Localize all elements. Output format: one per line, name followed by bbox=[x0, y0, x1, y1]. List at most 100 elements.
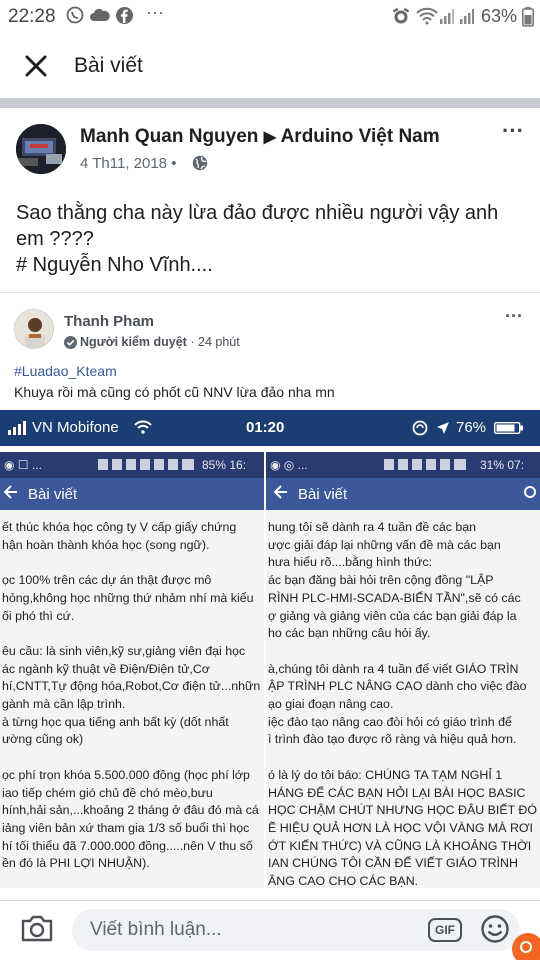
right-nav-title: Bài viết bbox=[298, 486, 348, 503]
screen-text-line: ÂNG CAO CHO CÁC BẠN. bbox=[268, 874, 419, 888]
page-title: Bài viết bbox=[74, 54, 143, 77]
screen-text-line: ược giải đáp lại những vấn đề mà các bạn bbox=[268, 537, 501, 552]
screen-text-line: ọc phí trọn khóa 5.500.000 đồng (học phí… bbox=[2, 767, 250, 782]
left-phone-status: ◉ ☐ ... 85% 16: bbox=[0, 452, 264, 478]
screen-text-line: HỌC CHẬM CHÚT NHƯNG HỌC ĐÂU BIẾT ĐÓ bbox=[268, 803, 537, 818]
shared-meta: Người kiểm duyệt · 24 phút bbox=[80, 335, 240, 349]
screen-text-line: hính,hải sản,...khoảng 2 tháng ở đâu đó … bbox=[2, 803, 259, 818]
meta-separator: • bbox=[171, 155, 177, 172]
right-nav-bar: Bài viết bbox=[266, 478, 540, 510]
avatar[interactable] bbox=[16, 124, 66, 174]
screen-text-line: hỏng,không học những thứ nhảm nhí mà kiể… bbox=[2, 590, 254, 605]
screen-text-line: ạo giai đoạn nâng cao. bbox=[268, 697, 394, 711]
status-bar: 22:28 ··· 63% bbox=[0, 0, 540, 34]
embedded-time: 01:20 bbox=[246, 419, 285, 436]
embedded-battery-percent: 76% bbox=[456, 419, 487, 436]
status-time: 22:28 bbox=[8, 6, 56, 27]
battery-percent: 63% bbox=[481, 6, 518, 26]
shared-text: Khuya rồi mà cũng có phốt cũ NNV lừa đảo… bbox=[14, 384, 335, 400]
screen-text-line: ác ngành kỹ thuật về Điện/Điện tử,Cơ bbox=[2, 661, 210, 676]
post-text: Sao thằng cha này lừa đảo được nhiều ngư… bbox=[16, 200, 498, 278]
screen-text-line: hí,CNTT,Tự động hóa,Robot,Cơ điện tử...n… bbox=[2, 679, 261, 694]
screen-text-line: IAN CHÚNG TÔI CẦN ĐỂ VIẾT GIÁO TRÌNH bbox=[268, 856, 518, 871]
embedded-phone-status-bar: VN Mobifone 01:20 76% bbox=[0, 410, 540, 446]
screen-text-line: ì trình đào tạo được rõ ràng và hiệu quả… bbox=[268, 732, 517, 747]
left-nav-title: Bài viết bbox=[28, 486, 78, 503]
screen-text-line: iệc đào tạo nâng cao đòi hỏi có giáo trì… bbox=[268, 714, 512, 729]
screen-text-line: ho các bạn những câu hỏi ấy. bbox=[268, 626, 431, 641]
screen-text-line: iao tiếp chém gió chủ đề chó mèo,bưu bbox=[2, 785, 213, 800]
camera-icon[interactable] bbox=[20, 913, 54, 943]
screen-text-line: ền đó là PHI LỢI NHUẬN). bbox=[2, 856, 150, 871]
gif-button[interactable]: GIF bbox=[428, 918, 462, 942]
screen-text-line: à từng học qua tiếng anh bất kỳ (dốt nhấ… bbox=[2, 714, 229, 729]
shared-more-icon: ··· bbox=[505, 306, 523, 326]
alarm-icon bbox=[392, 7, 410, 25]
wifi-icon bbox=[416, 7, 438, 25]
right-status-icons bbox=[384, 459, 478, 471]
shared-avatar bbox=[14, 309, 54, 349]
left-screen-text: ết thúc khóa học công ty V cấp giấy chứn… bbox=[0, 516, 264, 888]
screen-text-line: ết thúc khóa học công ty V cấp giấy chứn… bbox=[2, 520, 237, 534]
arrow-right-icon: ▶ bbox=[263, 129, 276, 146]
close-icon[interactable] bbox=[24, 54, 48, 78]
screen-text-line: hưa hiểu rõ....bằng hình thức: bbox=[268, 555, 433, 570]
embedded-right-screen: ◉ ◎ ... 31% 07: Bài viết hung tôi sẽ dàn… bbox=[266, 452, 540, 888]
cloud-icon bbox=[90, 8, 110, 22]
left-status-left: ◉ ☐ ... bbox=[4, 458, 42, 472]
moderator-badge: Người kiểm duyệt bbox=[80, 335, 187, 349]
screen-text-line: à,chúng tôi dành ra 4 tuần để viết GIÁO … bbox=[268, 661, 519, 676]
signal-icon-1 bbox=[440, 8, 454, 24]
screen-text-line: êu cầu: là sinh viên,kỹ sư,giảng viên đạ… bbox=[2, 643, 246, 658]
screen-text-line: hận hoàn thành khóa học (song ngữ). bbox=[2, 537, 210, 552]
screen-text-line: ường cũng ok) bbox=[2, 732, 84, 747]
screen-text-line: Ẽ HIỆU QUẢ HƠN LÀ HỌC VỘI VÀNG MÀ RƠI bbox=[268, 820, 533, 835]
screen-text-line: HÁNG ĐỂ CÁC BẠN HỎI LẠI BÀI HỌC BASIC bbox=[268, 785, 526, 800]
post-group[interactable]: Arduino Việt Nam bbox=[281, 126, 440, 147]
screen-text-line: ỚT KIẾN THỨC) VÀ CŨNG LÀ KHOẢNG THỜI bbox=[268, 838, 532, 853]
right-status-right: 31% 07: bbox=[480, 458, 525, 472]
post-header: Manh Quan Nguyen ▶ Arduino Việt Nam bbox=[80, 126, 440, 148]
right-search-icon bbox=[522, 486, 536, 500]
post-text-line: # Nguyễn Nho Vĩnh.... bbox=[16, 254, 213, 276]
left-nav-bar: Bài viết bbox=[0, 478, 264, 510]
shared-author: Thanh Pham bbox=[64, 313, 155, 330]
left-status-icons bbox=[98, 459, 198, 471]
emoji-icon[interactable] bbox=[480, 914, 510, 944]
screen-text-line: ác bạn đăng bài hỏi trên cộng đồng "LẬP bbox=[268, 573, 494, 588]
battery-icon bbox=[522, 7, 534, 27]
screen-text-line: hí tối thiểu đã 7.000.000 đồng.....nên V… bbox=[2, 838, 253, 853]
post-text-line: em ???? bbox=[16, 228, 94, 250]
right-back-arrow-icon bbox=[274, 484, 288, 500]
screen-text-line: ối phó thì cứ. bbox=[2, 608, 75, 623]
embedded-wifi-icon bbox=[134, 420, 152, 434]
screen-text-line: hung tôi sẽ dành ra 4 tuần đề các bạn bbox=[268, 520, 477, 534]
facebook-icon bbox=[116, 7, 133, 24]
screen-text-line: ó là lý do tôi báo: CHÚNG TA TẠM NGHỈ 1 bbox=[268, 767, 503, 782]
embedded-lock-icon bbox=[412, 420, 428, 436]
screen-text-line: ẬP TRÌNH PLC NÂNG CAO dành cho việc đào bbox=[268, 679, 527, 694]
right-phone-status: ◉ ◎ ... 31% 07: bbox=[266, 452, 540, 478]
signal-icon-2 bbox=[460, 8, 474, 24]
screen-text-line: RÌNH PLC-HMI-SCADA-BIẾN TẦN",sẽ có các bbox=[268, 590, 521, 605]
shield-check-icon bbox=[64, 336, 77, 349]
status-more: ··· bbox=[146, 2, 164, 22]
post-more-button[interactable]: ··· bbox=[502, 118, 524, 144]
embedded-battery-icon bbox=[494, 422, 524, 434]
right-status-left: ◉ ◎ ... bbox=[270, 458, 308, 472]
post-text-line: Sao thằng cha này lừa đảo được nhiều ngư… bbox=[16, 202, 499, 224]
shared-hashtag: #Luadao_Kteam bbox=[14, 363, 117, 379]
floating-action-icon[interactable] bbox=[510, 929, 540, 960]
post-author[interactable]: Manh Quan Nguyen bbox=[80, 126, 258, 147]
screen-text-line: iảng viên bản xứ tham gia 1/3 số buổi th… bbox=[2, 820, 250, 835]
left-status-right: 85% 16: bbox=[202, 458, 247, 472]
screen-text-line: ọc 100% trên các dự án thật được mô bbox=[2, 573, 212, 588]
screen-text-line: gành mà cần lập trình. bbox=[2, 697, 126, 711]
post-date[interactable]: 4 Th11, 2018 bbox=[80, 155, 167, 172]
shared-time: 24 phút bbox=[198, 335, 240, 349]
shared-separator: · bbox=[190, 335, 195, 349]
embedded-carrier: VN Mobifone bbox=[32, 419, 119, 436]
comment-input[interactable]: Viết bình luận... GIF bbox=[72, 909, 520, 951]
top-bar: Bài viết bbox=[0, 34, 540, 98]
globe-icon bbox=[192, 155, 208, 171]
